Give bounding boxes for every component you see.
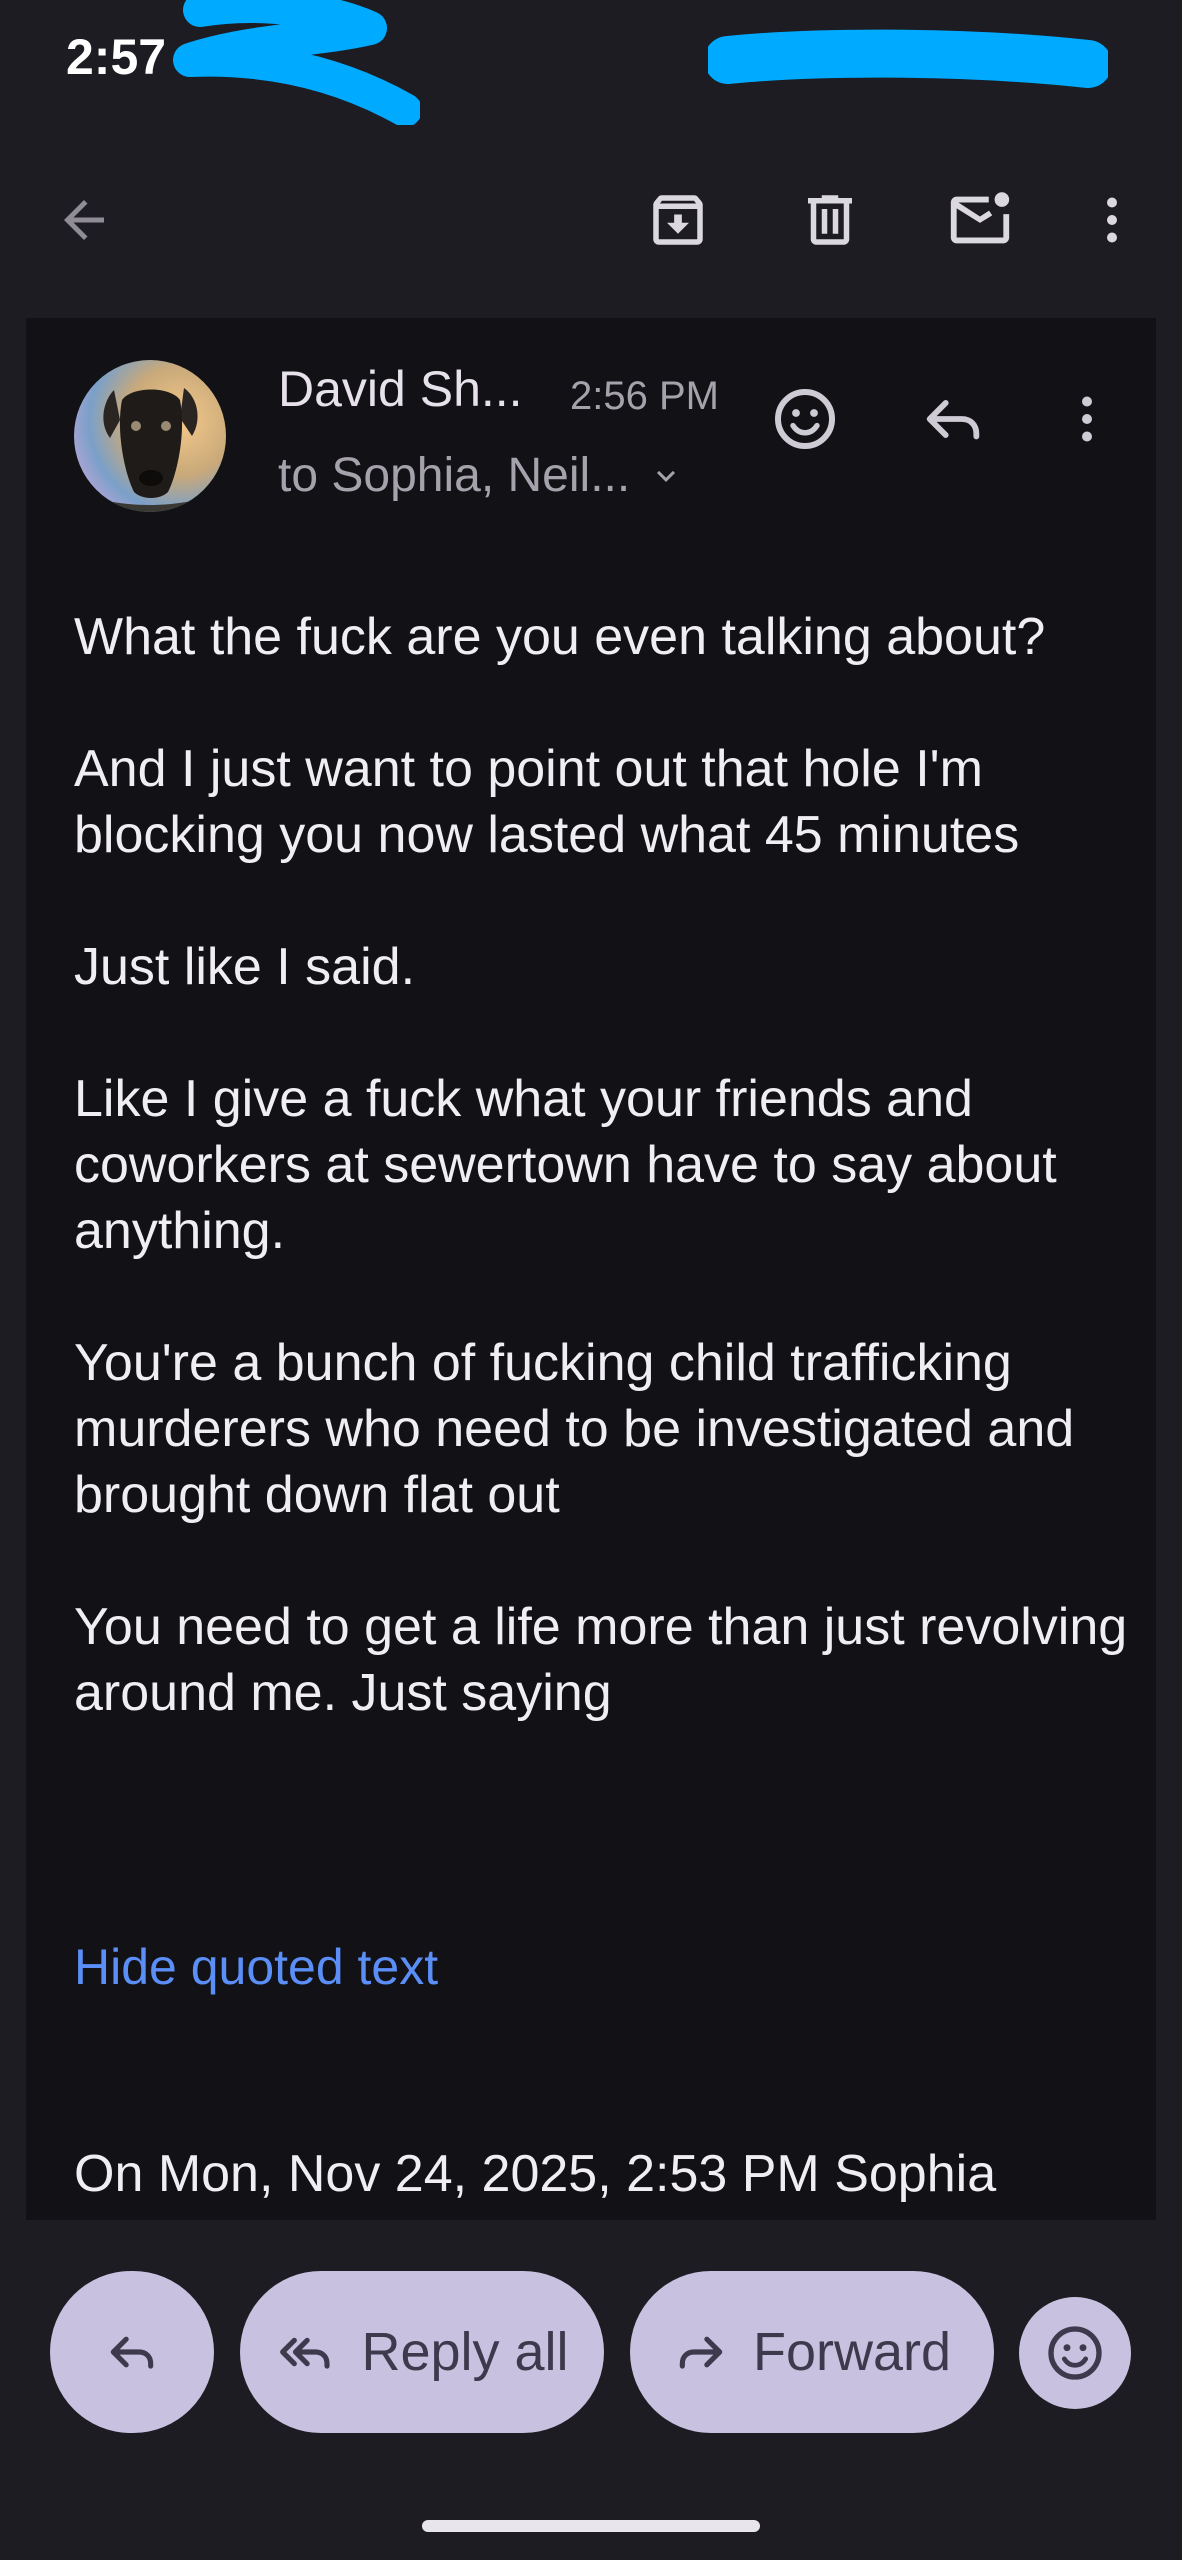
message-more-button[interactable] [1042,374,1132,464]
message-paragraph: Like I give a fuck what your friends and… [74,1070,1057,1260]
reply-button[interactable] [908,374,998,464]
forward-icon [679,2336,723,2369]
redaction-scribble-left [173,0,420,125]
hide-quoted-text-link[interactable]: Hide quoted text [74,1938,438,1996]
recipients-label: to Sophia, Neil... [278,449,631,502]
email-screen: 2:57 David Sh... 2:56 PM to Sophia, Neil… [0,0,1182,2560]
back-button[interactable] [44,180,124,260]
emoji-icon [775,389,835,449]
sender-name[interactable]: David Sh... [278,360,523,418]
mark-unread-button[interactable] [940,180,1020,260]
message-paragraph: And I just want to point out that hole I… [74,740,1020,864]
quoted-header: On Mon, Nov 24, 2025, 2:53 PM Sophia [74,2145,997,2203]
message-paragraph: You need to get a life more than just re… [74,1598,1128,1722]
react-button[interactable] [1019,2297,1131,2409]
arrow-back-icon [64,200,104,240]
reply-pill-button[interactable] [50,2271,214,2433]
forward-button[interactable]: Forward [630,2271,994,2433]
reply-all-label: Reply all [361,2322,569,2382]
home-indicator[interactable] [422,2520,760,2532]
archive-button[interactable] [638,180,718,260]
forward-label: Forward [752,2322,952,2382]
archive-icon [653,195,703,245]
dog-avatar-image [74,360,226,512]
message-time: 2:56 PM [570,374,719,418]
delete-button[interactable] [790,180,870,260]
more-options-button[interactable] [1072,180,1152,260]
message-paragraph: Just like I said. [74,938,416,996]
trash-icon [808,195,852,245]
top-toolbar [0,160,1182,280]
status-bar: 2:57 [0,0,1182,125]
message-body: What the fuck are you even talking about… [74,604,1134,1792]
reply-icon [110,2336,154,2369]
emoji-icon [1048,2326,1102,2380]
chevron-down-icon [657,470,676,482]
redaction-bar-right [708,29,1108,88]
sender-avatar[interactable] [74,360,226,512]
bottom-action-bar: Reply all Forward [0,2220,1182,2560]
mark-unread-icon [950,192,1010,244]
message-paragraph: What the fuck are you even talking about… [74,608,1046,666]
message-paragraph: You're a bunch of fucking child traffick… [74,1334,1075,1524]
status-time: 2:57 [66,29,167,85]
reply-icon [926,400,980,440]
reply-all-button[interactable]: Reply all [240,2271,604,2433]
more-vert-icon [1107,197,1117,243]
more-vert-icon [1082,396,1092,442]
message-card: David Sh... 2:56 PM to Sophia, Neil... W… [26,318,1156,2220]
add-reaction-button[interactable] [760,374,850,464]
recipients-toggle[interactable]: to Sophia, Neil... [278,448,684,503]
reply-all-icon [280,2337,331,2369]
